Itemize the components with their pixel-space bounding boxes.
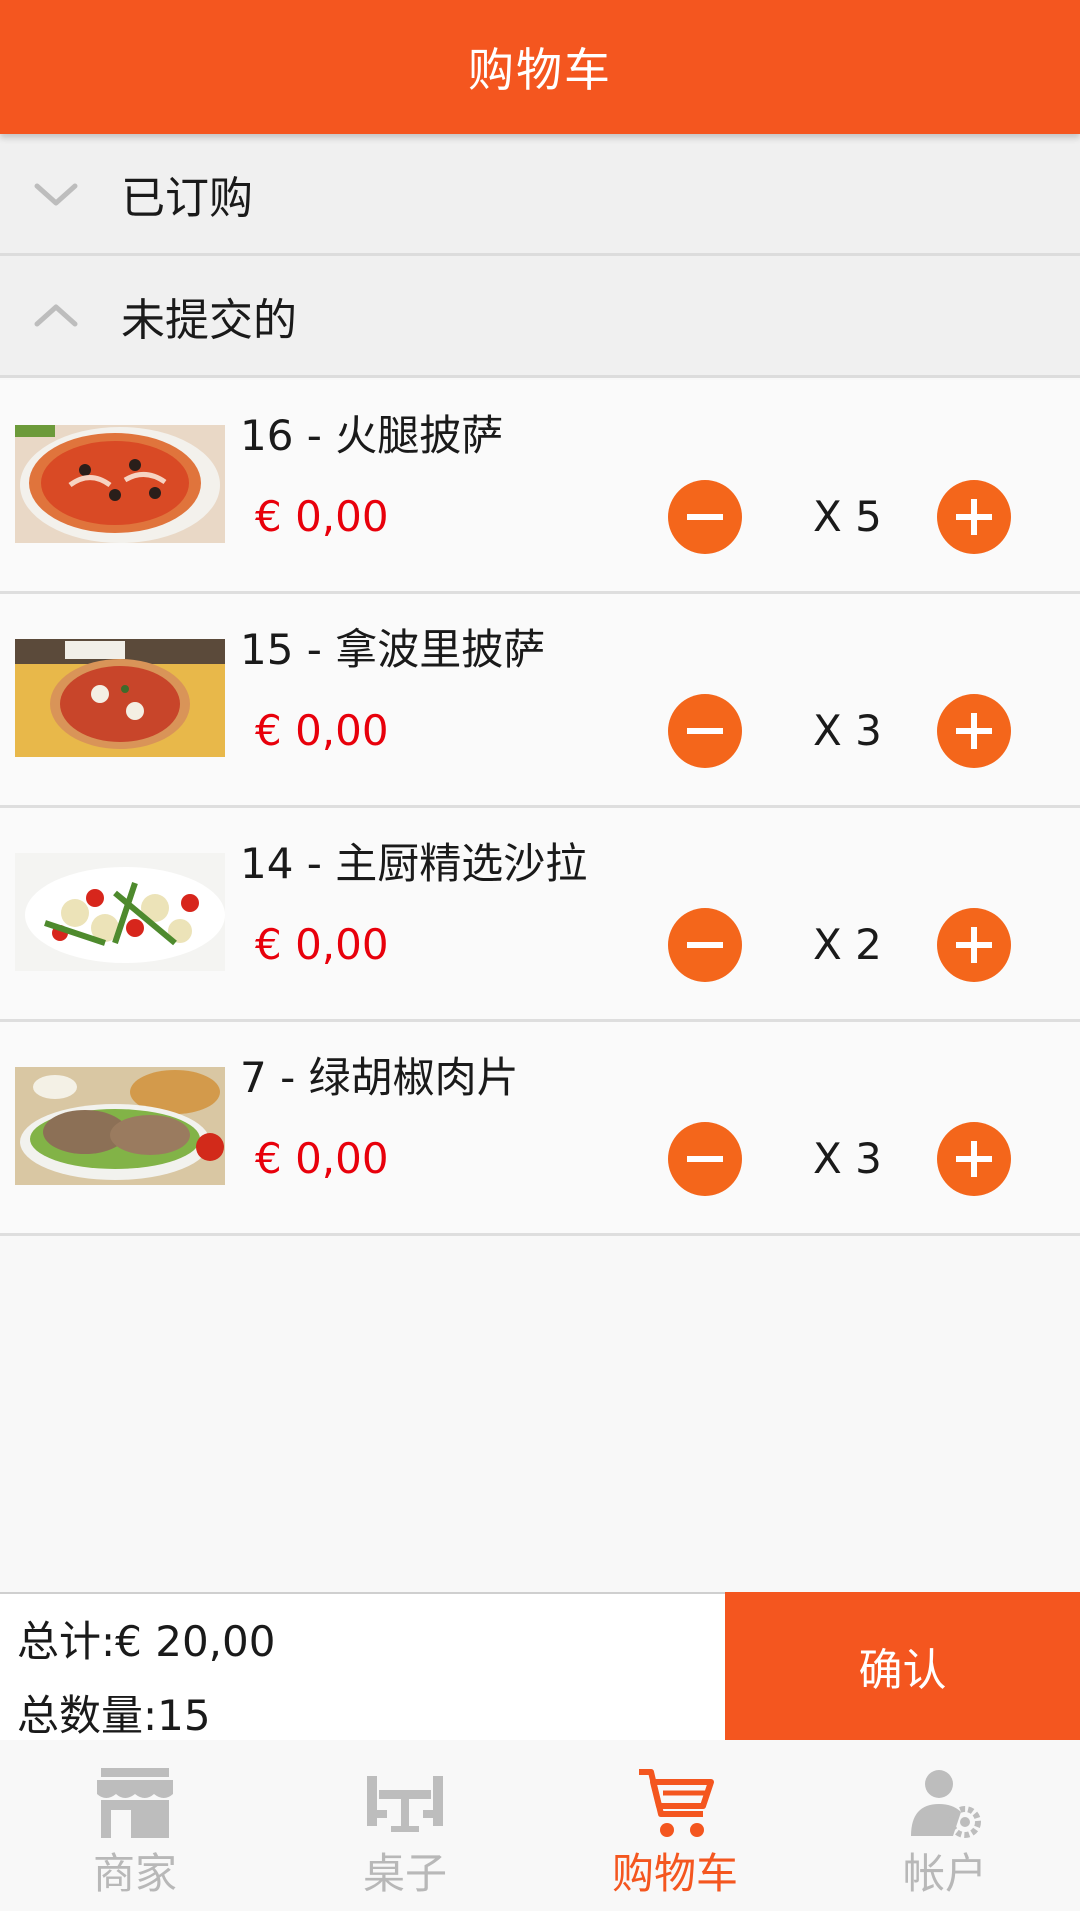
account-settings-icon xyxy=(911,1770,981,1838)
plus-icon xyxy=(956,713,992,749)
cart-item: 16 - 火腿披萨 € 0,00 X 5 xyxy=(0,380,1080,594)
page-title: 购物车 xyxy=(468,43,612,97)
nav-label-table: 桌子 xyxy=(362,1849,447,1898)
nav-item-account[interactable]: 帐户 xyxy=(810,1740,1080,1911)
plus-icon xyxy=(956,1141,992,1177)
item-name: 14 - 主厨精选沙拉 xyxy=(240,839,588,888)
bottom-nav: 商家 桌子 购物车 帐户 xyxy=(0,1740,1080,1911)
cart-item: 14 - 主厨精选沙拉 € 0,00 X 2 xyxy=(0,808,1080,1022)
total-amount: 总计:€ 20,00 xyxy=(17,1617,276,1666)
chevron-up-icon xyxy=(34,304,78,326)
increase-quantity-button[interactable] xyxy=(937,694,1011,768)
decrease-quantity-button[interactable] xyxy=(668,480,742,554)
item-price: € 0,00 xyxy=(255,706,389,755)
minus-icon xyxy=(687,514,723,520)
table-icon xyxy=(367,1776,443,1832)
minus-icon xyxy=(687,1156,723,1162)
nav-item-store[interactable]: 商家 xyxy=(0,1740,270,1911)
cart-item: 7 - 绿胡椒肉片 € 0,00 X 3 xyxy=(0,1022,1080,1236)
nav-item-table[interactable]: 桌子 xyxy=(270,1740,540,1911)
green-pepper-steak-image xyxy=(15,1067,225,1185)
item-quantity: X 3 xyxy=(813,706,882,755)
section-unsubmitted[interactable]: 未提交的 xyxy=(0,256,1080,378)
minus-icon xyxy=(687,728,723,734)
section-unsubmitted-label: 未提交的 xyxy=(121,294,297,346)
item-name: 7 - 绿胡椒肉片 xyxy=(240,1053,519,1102)
store-icon xyxy=(97,1768,173,1838)
decrease-quantity-button[interactable] xyxy=(668,694,742,768)
decrease-quantity-button[interactable] xyxy=(668,1122,742,1196)
nav-item-cart[interactable]: 购物车 xyxy=(540,1740,810,1911)
plus-icon xyxy=(956,499,992,535)
total-quantity: 总数量:15 xyxy=(17,1691,211,1740)
ham-pizza-image xyxy=(15,425,225,543)
item-quantity: X 5 xyxy=(813,492,882,541)
item-price: € 0,00 xyxy=(255,920,389,969)
item-price: € 0,00 xyxy=(255,1134,389,1183)
section-ordered-label: 已订购 xyxy=(121,172,253,224)
increase-quantity-button[interactable] xyxy=(937,908,1011,982)
nav-label-store: 商家 xyxy=(92,1849,177,1898)
item-quantity: X 2 xyxy=(813,920,882,969)
item-name: 16 - 火腿披萨 xyxy=(240,411,504,460)
cart-summary: 总计:€ 20,00 总数量:15 xyxy=(0,1592,725,1740)
confirm-button-label: 确认 xyxy=(858,1645,947,1696)
minus-icon xyxy=(687,942,723,948)
napoli-pizza-image xyxy=(15,639,225,757)
cart-icon xyxy=(639,1769,714,1837)
app-header: 购物车 xyxy=(0,0,1080,134)
item-quantity: X 3 xyxy=(813,1134,882,1183)
nav-label-cart: 购物车 xyxy=(611,1849,738,1898)
increase-quantity-button[interactable] xyxy=(937,1122,1011,1196)
cart-item: 15 - 拿波里披萨 € 0,00 X 3 xyxy=(0,594,1080,808)
item-price: € 0,00 xyxy=(255,492,389,541)
nav-label-account: 帐户 xyxy=(902,1849,987,1898)
confirm-button[interactable]: 确认 xyxy=(725,1592,1080,1740)
increase-quantity-button[interactable] xyxy=(937,480,1011,554)
chef-salad-image xyxy=(15,853,225,971)
item-name: 15 - 拿波里披萨 xyxy=(240,625,546,674)
section-ordered[interactable]: 已订购 xyxy=(0,134,1080,256)
chevron-down-icon xyxy=(34,183,78,205)
decrease-quantity-button[interactable] xyxy=(668,908,742,982)
plus-icon xyxy=(956,927,992,963)
